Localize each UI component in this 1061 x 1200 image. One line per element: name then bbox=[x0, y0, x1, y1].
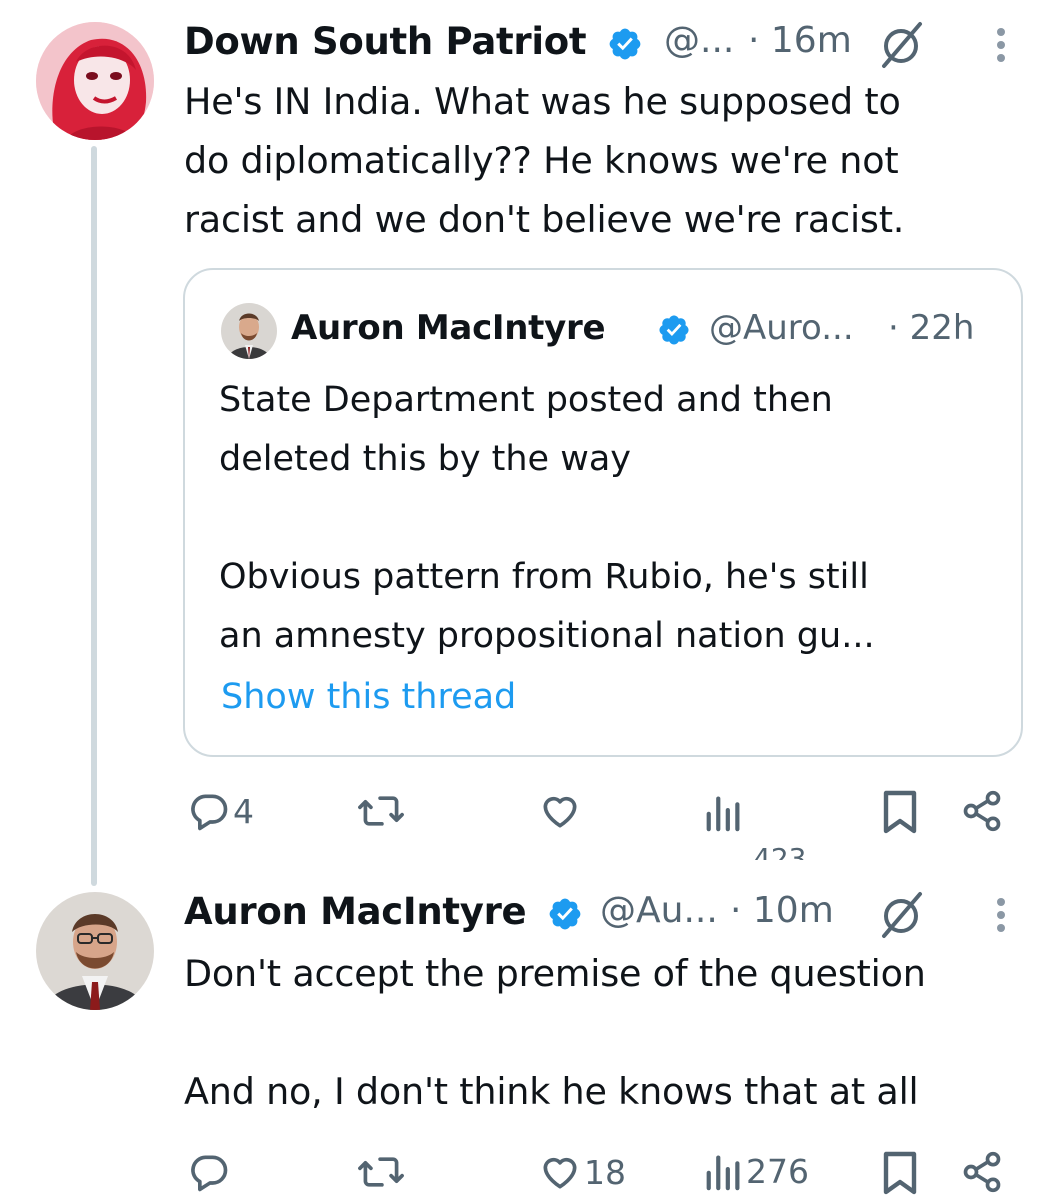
tweet-text-line: Don't accept the premise of the question bbox=[184, 952, 926, 995]
grok-icon[interactable] bbox=[876, 20, 926, 74]
bookmark-button[interactable] bbox=[880, 789, 920, 835]
reply-button[interactable]: 4 bbox=[187, 789, 254, 833]
views-icon bbox=[704, 1150, 744, 1192]
repost-icon bbox=[356, 1150, 406, 1194]
reply-icon bbox=[187, 789, 231, 833]
avatar-auron-macintyre[interactable] bbox=[36, 892, 154, 1010]
thread-connector-line bbox=[91, 146, 97, 886]
quote-author-name[interactable]: Auron MacIntyre bbox=[291, 308, 606, 348]
share-icon bbox=[960, 789, 1004, 833]
grok-icon[interactable] bbox=[876, 890, 926, 944]
quote-text-line: an amnesty propositional nation gu... bbox=[219, 616, 875, 656]
show-this-thread-link[interactable]: Show this thread bbox=[221, 677, 516, 717]
quote-author-handle[interactable]: @Auro... bbox=[709, 308, 854, 348]
quoted-tweet-card[interactable]: Auron MacIntyre @Auro... · 22h State Dep… bbox=[183, 268, 1023, 757]
tweet-text-line: racist and we don't believe we're racist… bbox=[184, 198, 905, 241]
share-button[interactable] bbox=[960, 1150, 1004, 1194]
quote-text-line: deleted this by the way bbox=[219, 439, 632, 479]
views-count: 276 bbox=[746, 1151, 809, 1191]
like-icon bbox=[538, 1150, 582, 1194]
like-button[interactable]: 18 bbox=[538, 1150, 626, 1194]
share-icon bbox=[960, 1150, 1004, 1194]
like-icon bbox=[538, 789, 582, 833]
quote-timestamp[interactable]: · 22h bbox=[888, 308, 974, 348]
tweet-text-line: He's IN India. What was he supposed to bbox=[184, 80, 901, 123]
timestamp[interactable]: · 10m bbox=[730, 890, 834, 931]
share-button[interactable] bbox=[960, 789, 1004, 833]
bookmark-icon bbox=[880, 789, 920, 835]
tweet-text-line: do diplomatically?? He knows we're not bbox=[184, 139, 899, 182]
views-icon bbox=[704, 791, 744, 833]
author-name[interactable]: Down South Patriot bbox=[184, 20, 587, 63]
repost-button[interactable] bbox=[356, 1150, 408, 1194]
quote-avatar bbox=[221, 303, 277, 359]
like-button[interactable] bbox=[538, 789, 584, 833]
author-handle[interactable]: @Au... bbox=[600, 890, 718, 931]
repost-icon bbox=[356, 789, 406, 833]
reply-icon bbox=[187, 1150, 231, 1194]
more-icon[interactable] bbox=[997, 898, 1005, 937]
verified-badge-icon bbox=[607, 26, 643, 66]
timestamp[interactable]: · 16m bbox=[748, 20, 852, 61]
verified-badge-icon bbox=[657, 313, 691, 351]
more-icon[interactable] bbox=[997, 28, 1005, 67]
reply-button[interactable] bbox=[187, 1150, 233, 1194]
author-name[interactable]: Auron MacIntyre bbox=[184, 890, 527, 933]
like-count: 18 bbox=[584, 1152, 626, 1192]
quote-text-line: Obvious pattern from Rubio, he's still bbox=[219, 557, 869, 597]
avatar-down-south-patriot[interactable] bbox=[36, 22, 154, 140]
bookmark-icon bbox=[880, 1150, 920, 1196]
views-button[interactable] bbox=[704, 791, 744, 833]
verified-badge-icon bbox=[547, 896, 583, 936]
bookmark-button[interactable] bbox=[880, 1150, 920, 1196]
repost-button[interactable] bbox=[356, 789, 408, 833]
views-button[interactable]: 276 bbox=[704, 1150, 809, 1192]
quote-text-line: State Department posted and then bbox=[219, 380, 833, 420]
views-count: 423 bbox=[753, 842, 807, 860]
tweet-text-line: And no, I don't think he knows that at a… bbox=[184, 1070, 919, 1113]
author-handle[interactable]: @... bbox=[664, 20, 734, 61]
reply-count: 4 bbox=[233, 791, 254, 831]
